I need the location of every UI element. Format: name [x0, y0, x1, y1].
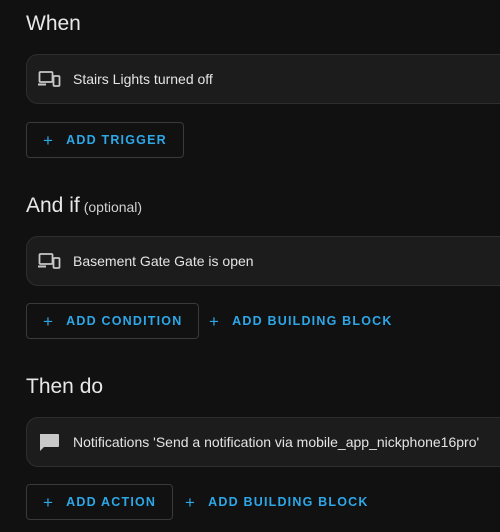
trigger-label: Stairs Lights turned off: [73, 71, 213, 87]
plus-icon: +: [43, 492, 55, 512]
add-building-block-button[interactable]: + ADD BUILDING BLOCK: [203, 303, 399, 339]
trigger-card[interactable]: Stairs Lights turned off: [26, 54, 500, 104]
device-icon: [37, 67, 61, 91]
when-title-text: When: [26, 12, 81, 35]
condition-label: Basement Gate Gate is open: [73, 253, 254, 269]
and-if-title-text: And if: [26, 194, 80, 217]
condition-card[interactable]: Basement Gate Gate is open: [26, 236, 500, 286]
then-do-section-title: Then do: [26, 376, 103, 397]
automation-editor: When Stairs Lights turned off + ADD TRIG…: [0, 0, 500, 532]
add-action-label: ADD ACTION: [66, 495, 157, 509]
add-trigger-button[interactable]: + ADD TRIGGER: [26, 122, 184, 158]
add-trigger-label: ADD TRIGGER: [66, 133, 167, 147]
plus-icon: +: [43, 311, 55, 331]
action-label: Notifications 'Send a notification via m…: [73, 434, 480, 450]
message-icon: [37, 430, 61, 454]
add-building-block-button[interactable]: + ADD BUILDING BLOCK: [179, 484, 375, 520]
add-condition-label: ADD CONDITION: [66, 314, 183, 328]
device-icon: [37, 249, 61, 273]
plus-icon: +: [209, 311, 221, 331]
and-if-section-title: And if (optional): [26, 195, 142, 216]
action-card[interactable]: Notifications 'Send a notification via m…: [26, 417, 500, 467]
then-do-title-text: Then do: [26, 375, 104, 398]
add-building-block-label: ADD BUILDING BLOCK: [232, 314, 393, 328]
plus-icon: +: [43, 130, 55, 150]
when-section-title: When: [26, 13, 81, 34]
add-building-block-label: ADD BUILDING BLOCK: [208, 495, 369, 509]
optional-label: (optional): [83, 199, 143, 215]
add-condition-button[interactable]: + ADD CONDITION: [26, 303, 200, 339]
plus-icon: +: [185, 492, 197, 512]
add-action-button[interactable]: + ADD ACTION: [26, 484, 174, 520]
